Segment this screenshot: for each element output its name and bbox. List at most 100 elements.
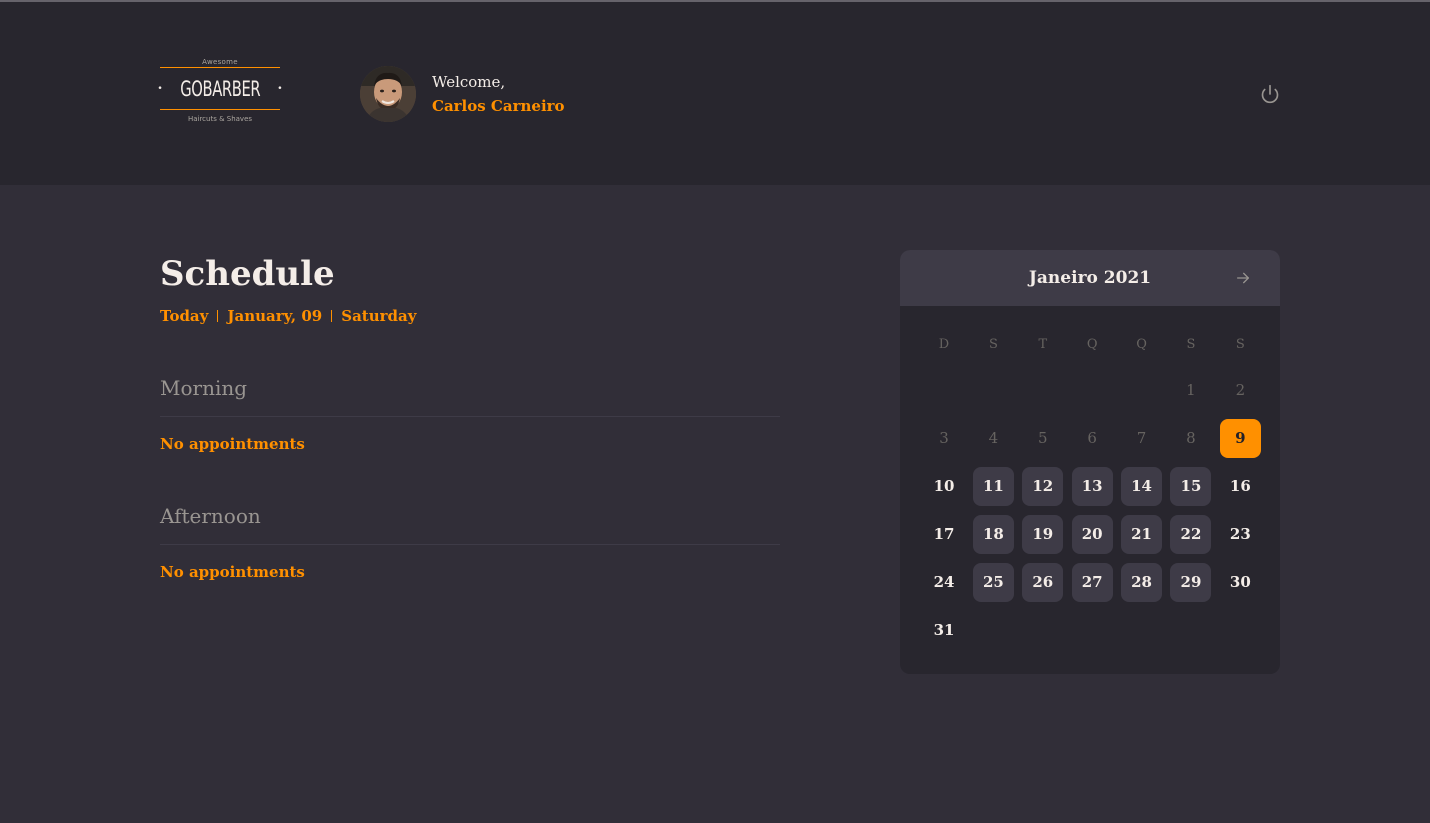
calendar-day[interactable]: 13 — [1071, 466, 1113, 506]
calendar-day-selected[interactable]: 9 — [1219, 418, 1261, 458]
calendar-month-label: Janeiro 2021 — [1028, 268, 1152, 288]
calendar-day[interactable]: 12 — [1022, 466, 1064, 506]
avatar[interactable] — [360, 66, 416, 122]
calendar-cell: 29 — [1167, 558, 1215, 606]
calendar-cell: 18 — [969, 510, 1017, 558]
user-name-link[interactable]: Carlos Carneiro — [432, 94, 565, 118]
calendar-cell — [969, 366, 1017, 414]
calendar-cell — [969, 606, 1017, 654]
morning-title: Morning — [160, 374, 780, 417]
calendar-cell: 2 — [1216, 366, 1264, 414]
calendar-day[interactable]: 11 — [972, 466, 1014, 506]
header: Awesome • GOBARBER • Haircuts & Shaves W… — [0, 2, 1430, 185]
next-month-button[interactable] — [1232, 267, 1254, 289]
calendar-day[interactable]: 26 — [1022, 562, 1064, 602]
calendar-day[interactable]: 15 — [1170, 466, 1212, 506]
logo-top-text: Awesome — [202, 58, 238, 66]
calendar-cell: 31 — [920, 606, 968, 654]
schedule: Schedule Today January, 09 Saturday Morn… — [160, 250, 780, 581]
calendar-day: 8 — [1186, 429, 1196, 447]
calendar-day: 5 — [1038, 429, 1048, 447]
gobarber-logo: Awesome • GOBARBER • Haircuts & Shaves — [157, 58, 283, 134]
calendar-week-row: 24 25 26 27 28 29 30 — [920, 558, 1266, 606]
calendar-day[interactable]: 14 — [1121, 466, 1163, 506]
date-subtitle: Today January, 09 Saturday — [160, 306, 780, 326]
calendar-cell: 5 — [1019, 414, 1067, 462]
calendar-day[interactable]: 24 — [924, 563, 965, 602]
calendar-cell: 24 — [920, 558, 968, 606]
calendar-week-row: 3 4 5 6 7 8 9 — [920, 414, 1266, 462]
calendar-day: 4 — [988, 429, 999, 447]
calendar-cell — [1167, 606, 1215, 654]
calendar-cell: 12 — [1019, 462, 1067, 510]
calendar-day: 7 — [1136, 429, 1147, 447]
calendar-week-row: 31 — [920, 606, 1266, 654]
calendar-day[interactable]: 23 — [1220, 515, 1261, 554]
calendar-day[interactable]: 10 — [924, 467, 965, 506]
weekday-header-row: DSTQQSS — [920, 326, 1266, 366]
calendar-day[interactable]: 29 — [1170, 562, 1212, 602]
calendar-cell: 16 — [1216, 462, 1264, 510]
calendar-cell: 28 — [1118, 558, 1166, 606]
calendar-day: 3 — [939, 429, 949, 447]
profile: Welcome, Carlos Carneiro — [360, 66, 565, 122]
calendar-cell — [1068, 366, 1116, 414]
logo-bottom-text: Haircuts & Shaves — [187, 115, 253, 123]
calendar-day[interactable]: 30 — [1220, 563, 1261, 602]
calendar-cell: 1 — [1167, 366, 1215, 414]
logo-name-row: • GOBARBER • — [157, 68, 283, 109]
calendar-cell: 4 — [969, 414, 1017, 462]
calendar-cell: 25 — [969, 558, 1017, 606]
calendar-day[interactable]: 20 — [1071, 514, 1113, 554]
calendar-day[interactable]: 16 — [1220, 467, 1261, 506]
calendar-day[interactable]: 19 — [1022, 514, 1064, 554]
calendar-cell: 26 — [1019, 558, 1067, 606]
calendar-day: 2 — [1235, 381, 1246, 399]
logo-dot: • — [277, 83, 283, 94]
calendar-day[interactable]: 25 — [972, 562, 1014, 602]
date-label: January, 09 — [227, 307, 323, 325]
weekday-label: Q — [1136, 336, 1147, 352]
calendar-cell: 23 — [1216, 510, 1264, 558]
afternoon-empty-text: No appointments — [160, 563, 305, 581]
calendar-cell — [1019, 606, 1067, 654]
subtitle-separator — [217, 310, 219, 322]
calendar: Janeiro 2021 D S T Q Q S S 1 2 3 4 5 6 7 8 9 10 11 12 13 14 1… — [900, 250, 1280, 674]
afternoon-section: Afternoon No appointments — [160, 502, 780, 584]
calendar-cell: 8 — [1167, 414, 1215, 462]
avatar-image — [360, 66, 416, 122]
weekday-label: Q — [1086, 336, 1098, 352]
arrow-right-icon — [1237, 272, 1249, 284]
calendar-cell: 20 — [1068, 510, 1116, 558]
calendar-cell: 3 — [920, 414, 968, 462]
logo-name: GOBARBER — [180, 76, 261, 101]
calendar-day[interactable]: 18 — [972, 514, 1014, 554]
page-title: Schedule — [160, 254, 335, 294]
calendar-cell — [1019, 366, 1067, 414]
calendar-cell: 22 — [1167, 510, 1215, 558]
calendar-cell: 11 — [969, 462, 1017, 510]
calendar-cell: 7 — [1118, 414, 1166, 462]
calendar-cell: 9 — [1216, 414, 1264, 462]
logout-button[interactable] — [1258, 82, 1282, 106]
today-label: Today — [160, 307, 209, 325]
weekday-label: Saturday — [341, 307, 417, 325]
calendar-cell: 27 — [1068, 558, 1116, 606]
calendar-cell: 13 — [1068, 462, 1116, 510]
weekday-label: S — [988, 336, 998, 352]
calendar-day[interactable]: 31 — [924, 611, 965, 650]
calendar-day: 6 — [1087, 429, 1097, 447]
calendar-cell: 15 — [1167, 462, 1215, 510]
calendar-cell — [1118, 366, 1166, 414]
calendar-day[interactable]: 21 — [1121, 514, 1163, 554]
calendar-day[interactable]: 28 — [1121, 562, 1163, 602]
calendar-cell — [920, 366, 968, 414]
power-icon — [1261, 84, 1279, 104]
morning-empty-text: No appointments — [160, 435, 305, 453]
calendar-week-row: 12 — [920, 366, 1266, 414]
calendar-day[interactable]: 22 — [1170, 514, 1212, 554]
calendar-cell — [1216, 606, 1264, 654]
calendar-day[interactable]: 17 — [924, 515, 965, 554]
calendar-day[interactable]: 27 — [1071, 562, 1113, 602]
welcome-text: Welcome, — [432, 73, 506, 91]
